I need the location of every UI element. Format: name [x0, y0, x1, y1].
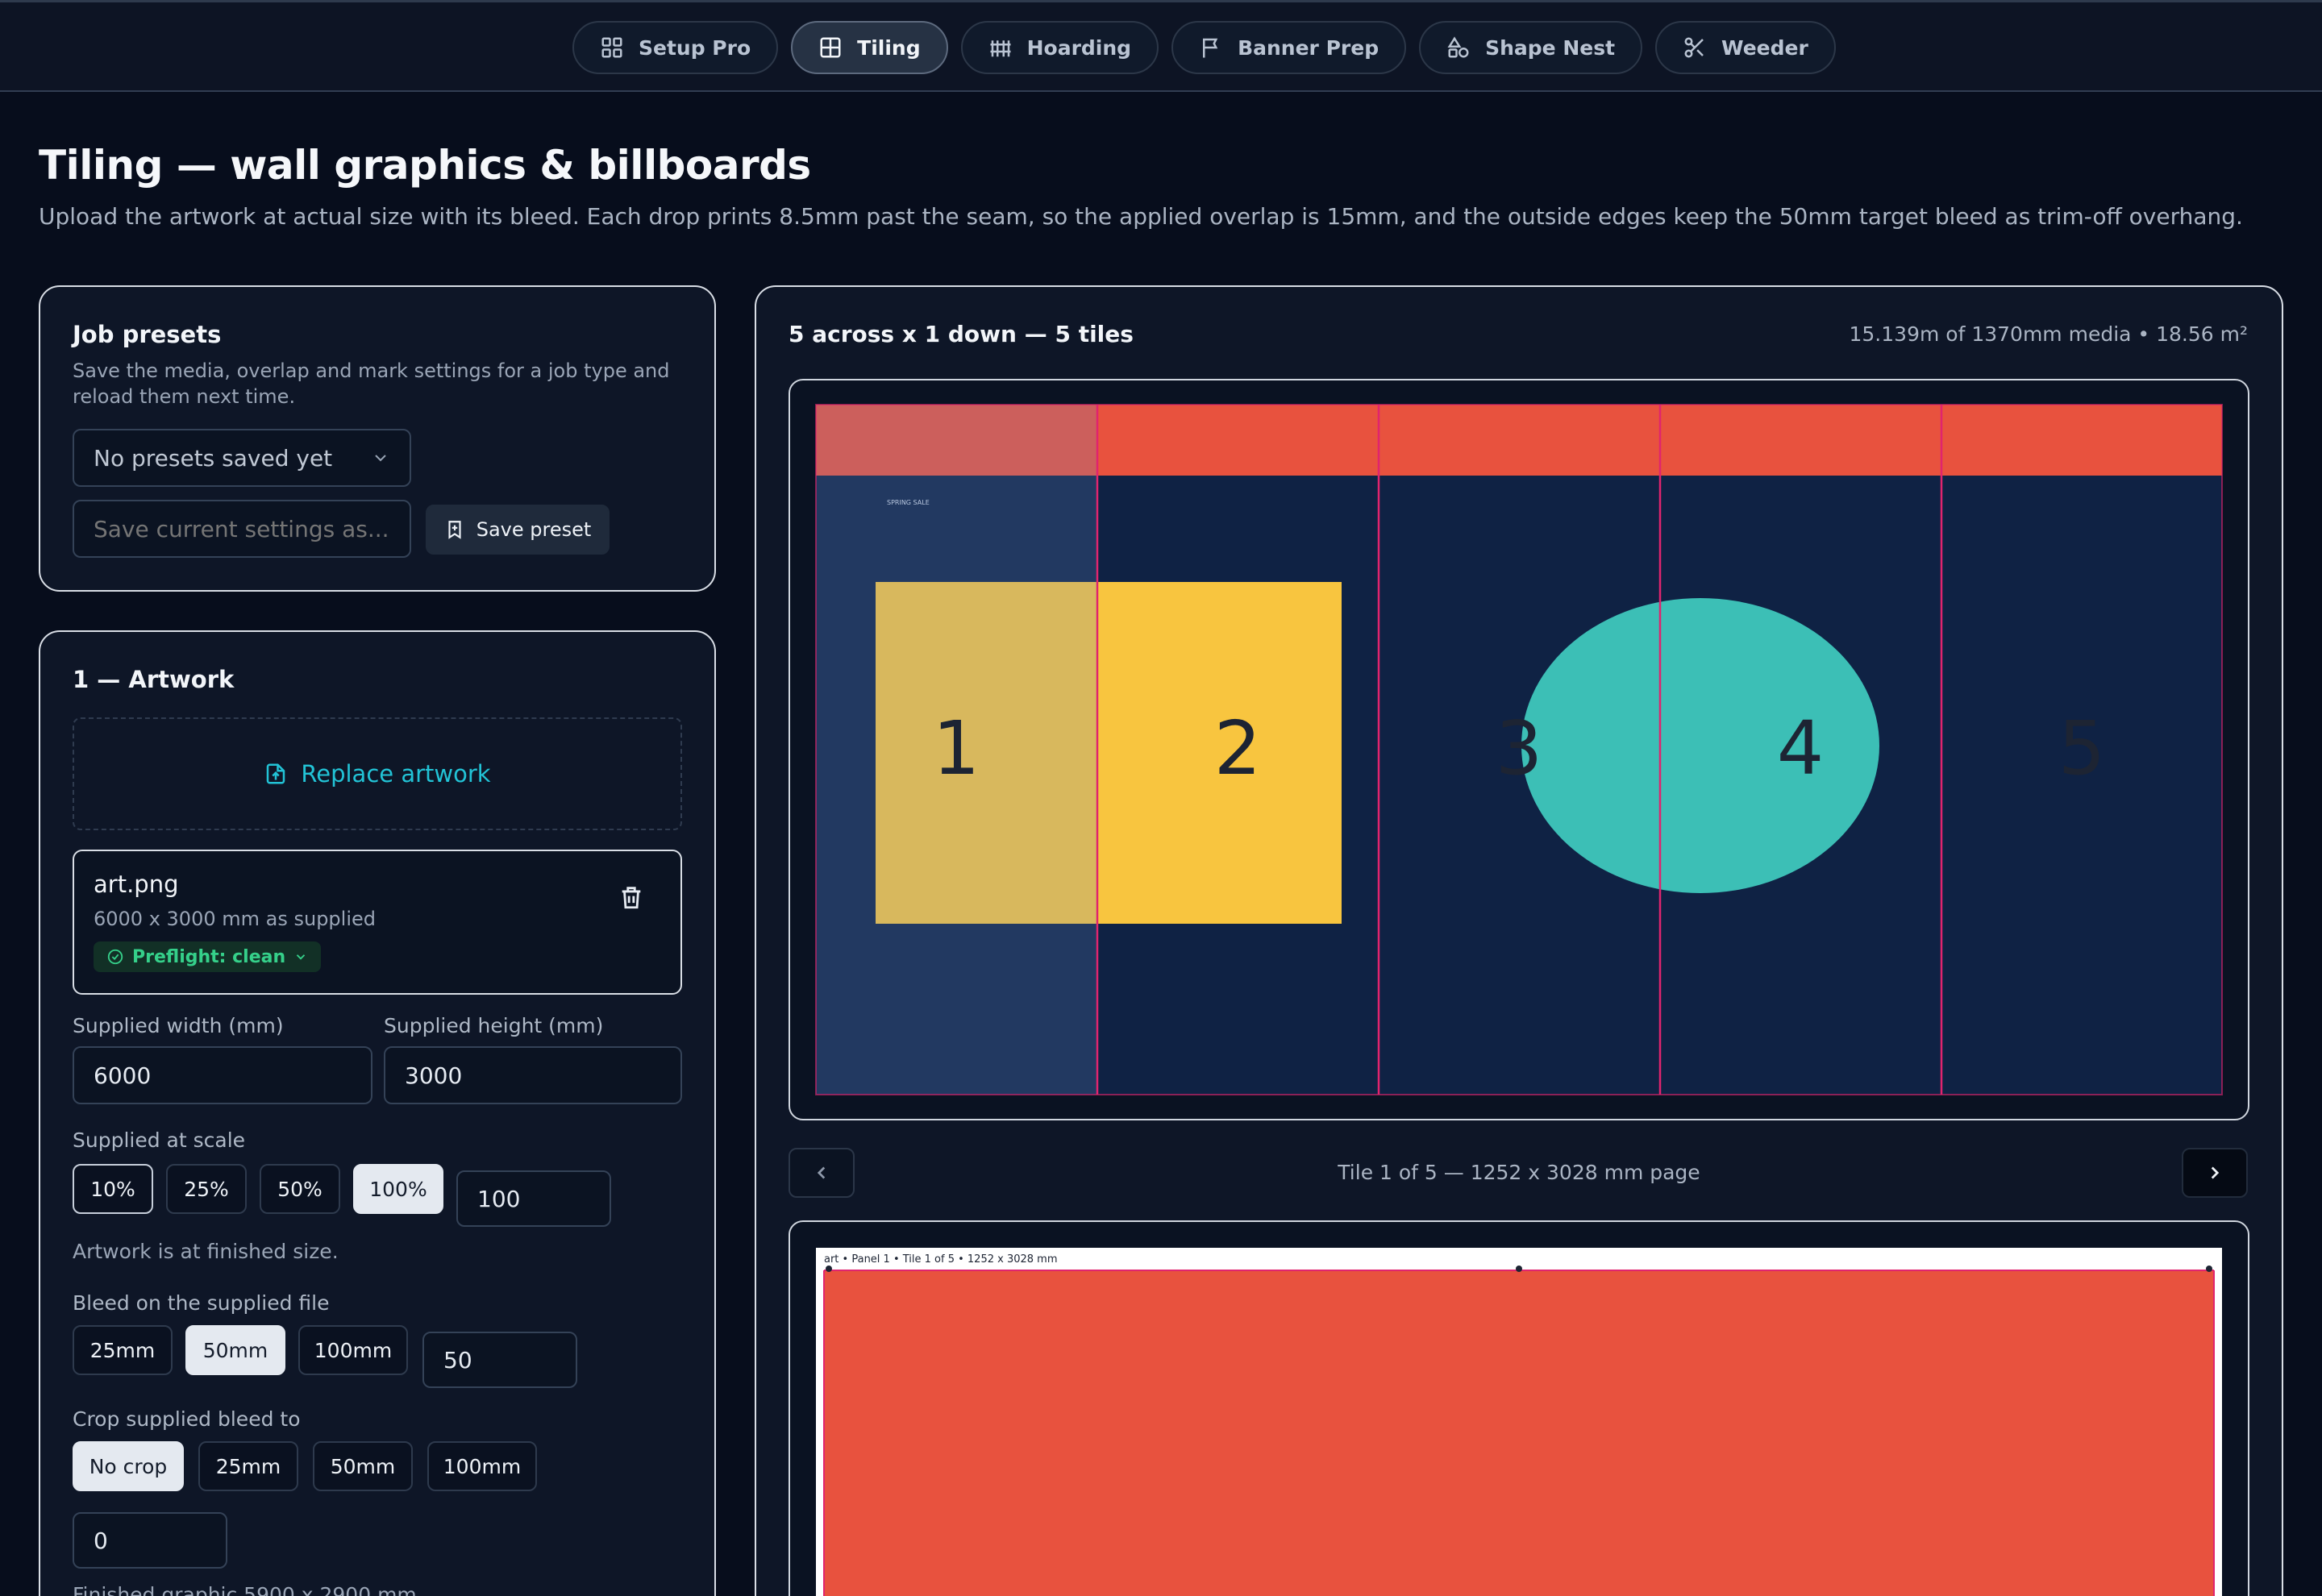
scale-option-100[interactable]: 100%	[353, 1164, 443, 1214]
job-presets-card: Job presets Save the media, overlap and …	[39, 285, 716, 592]
tab-tiling[interactable]: Tiling	[791, 21, 948, 74]
bleed-option-50[interactable]: 50mm	[185, 1325, 285, 1375]
bleed-option-100[interactable]: 100mm	[298, 1325, 408, 1375]
crop-option-50[interactable]: 50mm	[313, 1441, 413, 1491]
next-tile-button[interactable]	[2182, 1148, 2248, 1198]
media-usage-info: 15.139m of 1370mm media • 18.56 m²	[1849, 322, 2249, 346]
tab-weeder[interactable]: Weeder	[1655, 21, 1836, 74]
file-name: art.png	[94, 871, 179, 898]
tile-page-preview: art • Panel 1 • Tile 1 of 5 • 1252 x 302…	[789, 1220, 2249, 1596]
tab-setup-pro[interactable]: Setup Pro	[572, 21, 779, 74]
tab-label: Setup Pro	[639, 35, 751, 60]
bleed-label: Bleed on the supplied file	[73, 1291, 330, 1315]
crop-option-100[interactable]: 100mm	[427, 1441, 537, 1491]
tile-number-3[interactable]: 3	[1496, 705, 1543, 792]
tile-number-2[interactable]: 2	[1214, 705, 1262, 792]
tab-hoarding[interactable]: Hoarding	[960, 21, 1159, 74]
chevron-right-icon	[2211, 1166, 2220, 1179]
height-input[interactable]: 3000	[384, 1046, 682, 1104]
tab-label: Weeder	[1721, 35, 1808, 60]
preset-name-input[interactable]	[73, 500, 411, 558]
width-input[interactable]: 6000	[73, 1046, 372, 1104]
tool-tabs: Setup Pro Tiling Hoarding Banner Prep Sh…	[572, 21, 1836, 74]
replace-artwork-dropzone[interactable]: Replace artwork	[73, 717, 682, 830]
artwork-file-card: art.png 6000 x 3000 mm as supplied Prefl…	[73, 850, 682, 995]
tab-label: Shape Nest	[1485, 35, 1616, 60]
bleed-input[interactable]: 50	[422, 1332, 577, 1388]
tab-label: Tiling	[857, 35, 921, 60]
registration-mark	[1516, 1266, 1522, 1272]
job-presets-title: Job presets	[73, 321, 222, 348]
chevron-down-icon	[296, 954, 306, 960]
scale-note: Artwork is at finished size.	[73, 1240, 339, 1263]
scale-label: Supplied at scale	[73, 1128, 246, 1152]
grid-icon	[601, 37, 622, 58]
tile-page-svg: art • Panel 1 • Tile 1 of 5 • 1252 x 302…	[816, 1248, 2222, 1596]
flag-icon	[1203, 38, 1218, 58]
scale-input[interactable]: 100	[456, 1170, 611, 1227]
tab-label: Banner Prep	[1238, 35, 1379, 60]
tiles-icon	[820, 37, 841, 58]
page-title: Tiling — wall graphics & billboards	[39, 142, 811, 189]
preset-select-value: No presets saved yet	[94, 444, 333, 472]
fence-icon	[990, 40, 1011, 57]
registration-mark	[826, 1266, 832, 1272]
crop-label: Crop supplied bleed to	[73, 1407, 301, 1431]
shapes-icon	[1447, 36, 1469, 58]
tab-banner-prep[interactable]: Banner Prep	[1171, 21, 1407, 74]
chevron-down-icon	[375, 455, 386, 462]
page-artwork-strip	[824, 1270, 2214, 1596]
tab-label: Hoarding	[1026, 35, 1132, 60]
crop-input[interactable]: 0	[73, 1512, 227, 1569]
tile-number-4[interactable]: 4	[1777, 705, 1825, 792]
height-label: Supplied height (mm)	[384, 1014, 604, 1037]
scale-option-25[interactable]: 25%	[166, 1164, 247, 1214]
scale-option-50[interactable]: 50%	[260, 1164, 340, 1214]
save-preset-button[interactable]: Save preset	[426, 505, 610, 555]
width-label: Supplied width (mm)	[73, 1014, 284, 1037]
crop-option-none[interactable]: No crop	[73, 1441, 184, 1491]
artwork-card: 1 — Artwork Replace artwork art.png 6000…	[39, 630, 716, 1596]
top-nav-bar: Setup Pro Tiling Hoarding Banner Prep Sh…	[0, 0, 2322, 92]
tile-layout-heading: 5 across x 1 down — 5 tiles	[789, 321, 1134, 347]
tile-preview: SPRING SALE 1 2 3 4 5	[789, 379, 2249, 1120]
trash-icon[interactable]	[618, 883, 645, 911]
preset-select[interactable]: No presets saved yet	[73, 429, 411, 487]
finished-graphic-note: Finished graphic 5900 x 2900 mm	[73, 1583, 417, 1596]
artwork-teal-circle	[1521, 598, 1879, 893]
page-subtitle: Upload the artwork at actual size with i…	[39, 203, 2243, 230]
crop-option-25[interactable]: 25mm	[198, 1441, 298, 1491]
artwork-title: 1 — Artwork	[73, 666, 235, 693]
registration-mark	[2206, 1266, 2212, 1272]
scale-option-10[interactable]: 10%	[73, 1164, 153, 1214]
file-details: 6000 x 3000 mm as supplied	[94, 908, 376, 930]
tile-pager-text: Tile 1 of 5 — 1252 x 3028 mm page	[1338, 1161, 1700, 1184]
file-upload-icon	[267, 763, 285, 784]
check-circle-icon	[107, 949, 123, 965]
replace-artwork-label: Replace artwork	[301, 760, 491, 788]
tab-shape-nest[interactable]: Shape Nest	[1419, 21, 1643, 74]
tile-preview-svg: SPRING SALE 1 2 3 4 5	[815, 404, 2223, 1095]
preflight-badge[interactable]: Preflight: clean	[94, 941, 322, 972]
job-presets-description: Save the media, overlap and mark setting…	[73, 360, 670, 408]
bleed-option-25[interactable]: 25mm	[73, 1325, 173, 1375]
tile-number-5[interactable]: 5	[2058, 705, 2106, 792]
scissors-icon	[1684, 37, 1704, 58]
bookmark-plus-icon	[448, 521, 461, 539]
page-caption: art • Panel 1 • Tile 1 of 5 • 1252 x 302…	[824, 1253, 1058, 1266]
tile-number-1[interactable]: 1	[933, 705, 980, 792]
